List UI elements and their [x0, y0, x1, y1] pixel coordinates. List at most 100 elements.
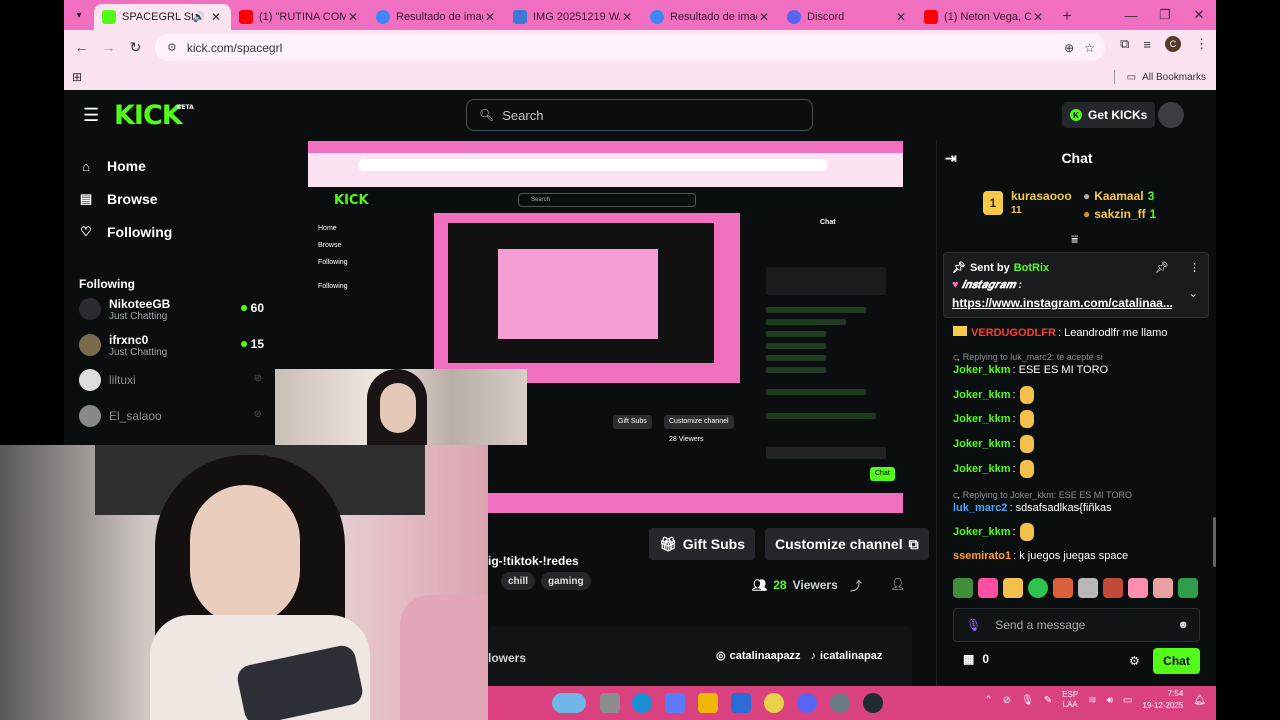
tab-image[interactable]: IMG 20251219 WA00 ✕ — [505, 4, 642, 30]
chat-username[interactable]: Joker_kkm — [953, 438, 1011, 450]
person-emote-icon[interactable] — [1103, 578, 1123, 598]
leader-1-name[interactable]: kurasaooo — [1011, 189, 1072, 203]
pig-emote-icon[interactable] — [1128, 578, 1148, 598]
share-icon[interactable]: ⤴ — [850, 577, 862, 594]
forward-icon[interactable]: → — [95, 39, 122, 55]
close-tab-icon[interactable]: ✕ — [894, 10, 908, 24]
tab-search-button[interactable]: ▾ — [64, 0, 94, 30]
task-view-icon[interactable] — [600, 693, 620, 713]
sidebar-item-home[interactable]: ⌂ Home — [79, 158, 146, 174]
battery-icon[interactable]: ▭ — [1123, 695, 1132, 706]
close-tab-icon[interactable]: ✕ — [209, 10, 223, 24]
close-window-icon[interactable]: ✕ — [1182, 0, 1216, 30]
pen-icon[interactable]: ✎ — [1044, 695, 1052, 706]
chat-username[interactable]: Joker_kkm — [953, 389, 1011, 401]
hamburger-menu-icon[interactable]: ☰ — [83, 105, 99, 126]
settings-icon[interactable] — [830, 693, 850, 713]
close-tab-icon[interactable]: ✕ — [1031, 10, 1045, 24]
unpin-icon[interactable]: 📌︎ — [1155, 261, 1169, 274]
chat-scrollbar[interactable] — [1213, 517, 1216, 567]
bookmark-star-icon[interactable]: ☆ — [1084, 41, 1095, 55]
wifi-icon[interactable]: ≋ — [1088, 695, 1096, 706]
tab-youtube-1[interactable]: (1) "RUTINA COMPLETA ✕ — [231, 4, 368, 30]
chrome-icon[interactable] — [764, 693, 784, 713]
apps-grid-icon[interactable]: ⊞ — [72, 70, 82, 84]
gift-subs-button[interactable]: 🎁︎ Gift Subs — [649, 528, 756, 560]
chat-username[interactable]: Joker_kkm — [953, 364, 1011, 376]
prayer-emote-icon[interactable] — [1003, 578, 1023, 598]
zoom-icon[interactable]: ⊕ — [1064, 41, 1074, 55]
tab-google-2[interactable]: Resultado de imagen ✕ — [642, 4, 779, 30]
cat-emote-icon[interactable] — [1078, 578, 1098, 598]
close-tab-icon[interactable]: ✕ — [483, 10, 497, 24]
user-avatar[interactable] — [1158, 102, 1184, 128]
audio-icon[interactable]: 🔊 — [193, 12, 205, 23]
copilot-icon[interactable] — [665, 693, 685, 713]
customize-channel-button[interactable]: Customize channel ⧉ — [765, 528, 929, 560]
following-item[interactable]: liltuxi ⊘ — [79, 364, 264, 396]
leader-3[interactable]: ● sakzin_ff 1 — [1083, 207, 1156, 221]
close-tab-icon[interactable]: ✕ — [757, 10, 771, 24]
volume-icon[interactable]: 🔊︎ — [1107, 695, 1113, 706]
gear-icon[interactable]: ⚙ — [1129, 654, 1140, 668]
sidebar-item-following[interactable]: ♡ Following — [79, 224, 172, 240]
leader-2[interactable]: ● Kaamaal 3 — [1083, 189, 1154, 203]
mic-tray-icon[interactable]: 🎙︎ — [1021, 695, 1034, 706]
app-icon[interactable] — [863, 693, 883, 713]
clock[interactable]: 7:54 19-12-2025 — [1142, 688, 1183, 712]
tag-pill[interactable]: gaming — [541, 572, 591, 590]
sidebar-item-browse[interactable]: ▤ Browse — [79, 191, 158, 207]
blob-emote-icon[interactable] — [1028, 578, 1048, 598]
tag-pill[interactable]: chill — [501, 572, 536, 590]
tab-kick[interactable]: SPACEGRL Stream 🔊 ✕ — [94, 4, 231, 30]
frog-emote-icon[interactable] — [953, 578, 973, 598]
kick-logo[interactable]: KICK BETA — [114, 100, 194, 131]
kicks-balance[interactable]: ▦ 0 — [963, 652, 989, 666]
add-user-icon[interactable]: 👤︎ — [890, 577, 905, 594]
address-bar[interactable]: ⚙ kick.com/spacegrl ⊕ ☆ — [155, 34, 1105, 61]
chevron-down-icon[interactable]: ⌄ — [1189, 287, 1198, 300]
heart-emote-icon[interactable] — [978, 578, 998, 598]
extensions-icon[interactable]: ⧉ — [1120, 36, 1129, 52]
more-options-icon[interactable]: ⋮ — [1189, 261, 1200, 274]
pinned-link[interactable]: https://www.instagram.com/catalinaa... — [952, 296, 1172, 310]
tab-google-1[interactable]: Resultado de imagen ✕ — [368, 4, 505, 30]
file-explorer-icon[interactable] — [698, 693, 718, 713]
following-item[interactable]: El_salaoo ⊘ — [79, 400, 264, 432]
following-item[interactable]: ifrxnc0 Just Chatting 15 — [79, 329, 264, 361]
chat-username[interactable]: Joker_kkm — [953, 413, 1011, 425]
chat-username[interactable]: ssemirato1 — [953, 550, 1011, 562]
expand-leaderboard-icon[interactable]: ⩸ — [1071, 232, 1078, 247]
face-emote-icon[interactable] — [1053, 578, 1073, 598]
site-info-icon[interactable]: ⚙ — [167, 41, 177, 54]
instagram-link[interactable]: ◎ catalinaapazz — [716, 649, 801, 663]
close-tab-icon[interactable]: ✕ — [620, 10, 634, 24]
minimize-icon[interactable]: — — [1114, 0, 1148, 30]
pinned-sender[interactable]: BotRix — [1014, 262, 1049, 274]
reload-icon[interactable]: ↻ — [122, 39, 149, 56]
following-item[interactable]: NikoteeGB Just Chatting 60 — [79, 293, 264, 325]
collapse-chat-icon[interactable]: ⇥ — [945, 150, 957, 167]
search-input[interactable]: 🔍︎ Search — [466, 99, 813, 131]
chat-username[interactable]: VERDUGODLFR — [971, 327, 1056, 339]
media-control-icon[interactable]: ≡ — [1143, 37, 1151, 52]
tab-youtube-2[interactable]: (1) Neton Vega, Chino ✕ — [916, 4, 1053, 30]
chevron-up-icon[interactable]: ⌃ — [984, 695, 992, 706]
language-indicator[interactable]: ESP LAA — [1062, 690, 1078, 710]
restore-icon[interactable]: ❐ — [1148, 0, 1182, 30]
frog2-emote-icon[interactable] — [1178, 578, 1198, 598]
notification-icon[interactable]: 🔔︎ — [1193, 695, 1206, 706]
back-icon[interactable]: ← — [68, 39, 95, 55]
chat-username[interactable]: Joker_kkm — [953, 463, 1011, 475]
edge-icon[interactable] — [632, 693, 652, 713]
chat-input[interactable]: 🎙︎ Send a message ☻ — [953, 608, 1200, 642]
tab-discord[interactable]: Discord ✕ — [779, 4, 916, 30]
discord-icon[interactable] — [797, 693, 817, 713]
chat-username[interactable]: Joker_kkm — [953, 526, 1011, 538]
profile-avatar[interactable]: C — [1165, 36, 1181, 52]
cat2-emote-icon[interactable] — [1153, 578, 1173, 598]
tray-icon[interactable]: ⊘ — [1003, 695, 1011, 706]
all-bookmarks-button[interactable]: ▭ All Bookmarks — [1113, 70, 1206, 84]
close-tab-icon[interactable]: ✕ — [346, 10, 360, 24]
chat-username[interactable]: luk_marc2 — [953, 502, 1007, 514]
